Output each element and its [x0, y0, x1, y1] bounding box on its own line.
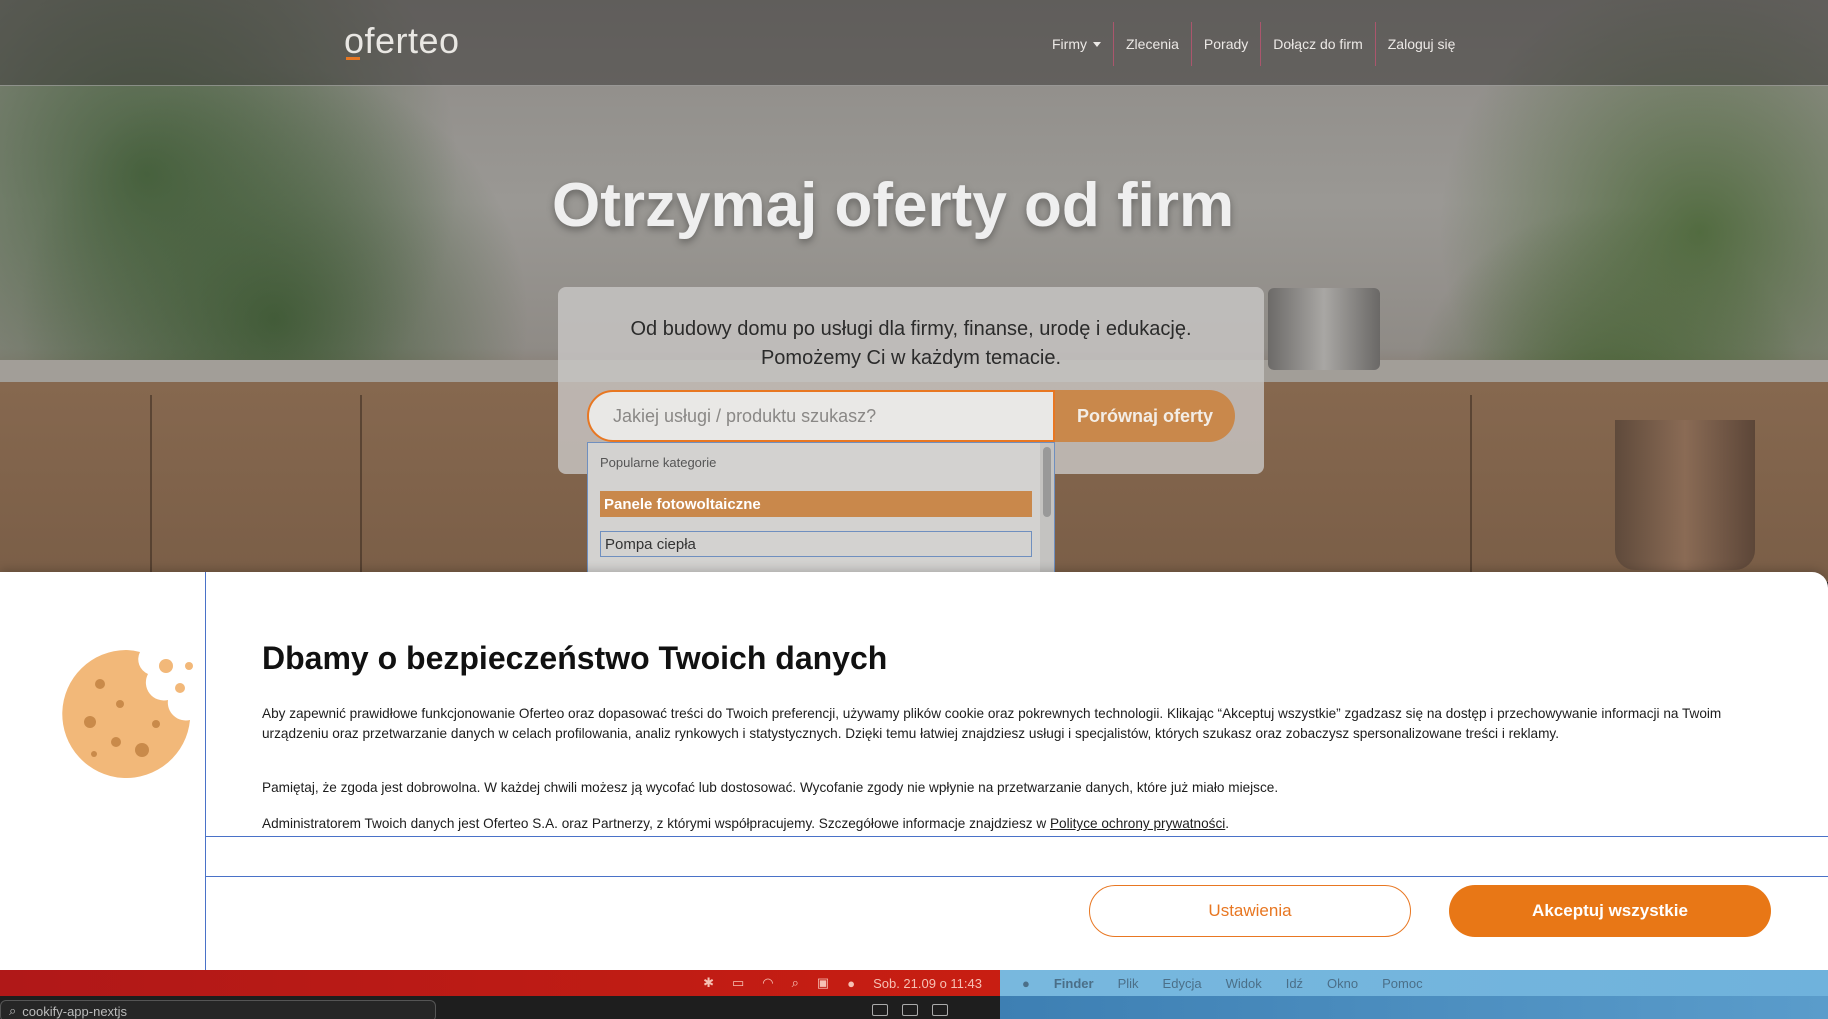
search-suggestions-dropdown: Popularne kategorie Panele fotowoltaiczn… — [587, 442, 1055, 582]
hero-subtitle: Od budowy domu po usługi dla firmy, fina… — [558, 315, 1264, 373]
oferteo-logo[interactable]: oferteo — [344, 20, 460, 62]
nav-firmy-label: Firmy — [1052, 36, 1087, 52]
dropdown-scrollbar[interactable] — [1040, 443, 1054, 581]
menu-finder[interactable]: Finder — [1054, 976, 1094, 991]
modal-separator — [205, 836, 1828, 837]
menu-widok[interactable]: Widok — [1226, 976, 1262, 991]
suggestion-item[interactable]: Pompa ciepła — [600, 531, 1032, 557]
dropdown-heading: Popularne kategorie — [600, 455, 717, 470]
privacy-policy-link[interactable]: Polityce ochrony prywatności — [1050, 816, 1225, 831]
menu-plik[interactable]: Plik — [1118, 976, 1139, 991]
header-bar — [0, 0, 1828, 86]
desktop-wallpaper — [1000, 996, 1828, 1019]
menubar-clock[interactable]: Sob. 21.09 o 11:43 — [873, 976, 982, 991]
chevron-down-icon — [1093, 41, 1101, 47]
search-icon[interactable]: ⌕ — [792, 975, 799, 991]
battery-icon[interactable]: ▭ — [732, 975, 744, 991]
nav-firmy[interactable]: Firmy — [1040, 22, 1113, 66]
main-nav: Firmy Zlecenia Porady Dołącz do firm Zal… — [1040, 22, 1467, 66]
finder-menubar: ● Finder Plik Edycja Widok Idź Okno Pomo… — [1000, 970, 1828, 996]
sidebar-layout-icon[interactable] — [872, 1004, 888, 1016]
suggestion-item[interactable]: Panele fotowoltaiczne — [600, 491, 1032, 517]
window-layout-controls — [872, 1004, 948, 1016]
cabinet-divider — [150, 395, 152, 585]
apple-icon[interactable]: ● — [1022, 976, 1030, 991]
menu-idz[interactable]: Idź — [1286, 976, 1303, 991]
cookie-consent-modal: Dbamy o bezpieczeństwo Twoich danych Aby… — [0, 572, 1828, 970]
menu-okno[interactable]: Okno — [1327, 976, 1358, 991]
cabinet-divider — [360, 395, 362, 585]
terminal-tab-title: cookify-app-nextjs — [22, 1003, 128, 1019]
split-layout-icon[interactable] — [932, 1004, 948, 1016]
cookie-paragraph-3-end: . — [1225, 816, 1230, 831]
accept-all-button[interactable]: Akceptuj wszystkie — [1449, 885, 1771, 937]
search-icon: ⌕ — [9, 1003, 17, 1018]
hero-subtitle-line-2: Pomożemy Ci w każdym temacie. — [760, 347, 1062, 369]
nav-zlecenia[interactable]: Zlecenia — [1113, 22, 1191, 66]
cookie-settings-button[interactable]: Ustawienia — [1089, 885, 1411, 937]
cookie-title: Dbamy o bezpieczeństwo Twoich danych — [262, 640, 888, 676]
cooking-pot-image — [1268, 288, 1380, 370]
cookie-paragraph-2: Pamiętaj, że zgoda jest dobrowolna. W ka… — [262, 780, 1279, 795]
cookie-paragraph-3: Administratorem Twoich danych jest Ofert… — [262, 814, 1774, 834]
cookie-paragraph-1: Aby zapewnić prawidłowe funkcjonowanie O… — [262, 704, 1774, 744]
nav-zaloguj[interactable]: Zaloguj się — [1374, 22, 1468, 66]
wifi-icon[interactable]: ◠ — [762, 975, 773, 991]
cookie-paragraph-3-text: Administratorem Twoich danych jest Ofert… — [262, 816, 1047, 831]
compare-offers-button[interactable]: Porównaj oferty — [1055, 390, 1235, 442]
menubar-status-area: ✱ ▭ ◠ ⌕ ▣ ● Sob. 21.09 o 11:43 — [0, 970, 1000, 996]
plant-pot-image — [1615, 420, 1755, 570]
nav-dolacz[interactable]: Dołącz do firm — [1260, 22, 1374, 66]
nav-porady[interactable]: Porady — [1190, 22, 1260, 66]
hero-subtitle-line-1: Od budowy domu po usługi dla firmy, fina… — [630, 318, 1192, 340]
control-center-icon[interactable]: ▣ — [817, 975, 829, 991]
terminal-tab[interactable]: ⌕ cookify-app-nextjs — [0, 1000, 436, 1019]
modal-divider — [205, 572, 206, 970]
modal-separator — [205, 876, 1828, 877]
search-input[interactable] — [587, 390, 1055, 442]
window-layout-icon[interactable] — [902, 1004, 918, 1016]
hero-headline: Otrzymaj oferty od firm — [552, 171, 1235, 240]
menu-pomoc[interactable]: Pomoc — [1382, 976, 1422, 991]
cookie-paragraph-1b: Dzięki temu łatwiej znajdziesz usługi i … — [845, 726, 1559, 741]
cabinet-divider — [1470, 395, 1472, 585]
cookie-icon — [62, 650, 193, 778]
menu-edycja[interactable]: Edycja — [1163, 976, 1202, 991]
bluetooth-icon[interactable]: ✱ — [703, 975, 714, 991]
recording-icon[interactable]: ● — [847, 976, 855, 991]
